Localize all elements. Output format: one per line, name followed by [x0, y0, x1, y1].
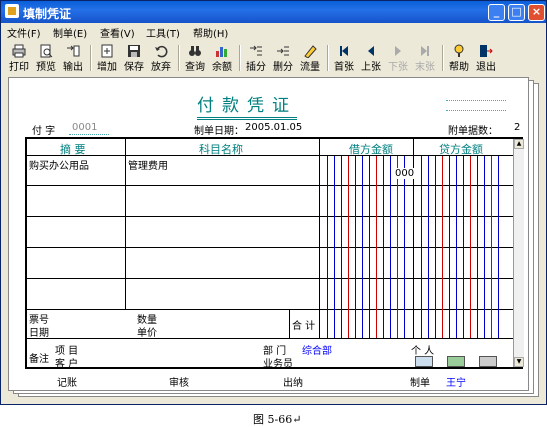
- debit-amount-grid: [327, 156, 413, 338]
- first-icon: [337, 44, 351, 58]
- total-label: 合 计: [292, 321, 316, 332]
- bill-date-label: 日期: [29, 328, 49, 339]
- balance-chart-icon: [215, 44, 229, 58]
- toolbar: 打印 预览 输出 增加 保存 放弃 查询 余额 插分 删分 流量 首张 上张 下…: [1, 41, 546, 75]
- dotted-line: [446, 110, 506, 111]
- save-icon: [127, 44, 141, 58]
- balance-label: 余额: [212, 62, 232, 73]
- cashflow-icon: [303, 44, 317, 59]
- insert-row-icon: [249, 44, 263, 58]
- app-icon: [5, 4, 19, 18]
- bookkeeper-label: 记账: [57, 378, 77, 389]
- last-icon: [418, 44, 432, 58]
- help-icon: [452, 44, 466, 58]
- exit-label: 退出: [476, 62, 496, 73]
- minimize-button[interactable]: _: [488, 4, 505, 21]
- printer-icon: [12, 44, 26, 58]
- undo-icon: [154, 44, 168, 58]
- scroll-up-icon[interactable]: ▲: [514, 139, 524, 149]
- vertical-scrollbar[interactable]: ▲ ▼: [513, 139, 524, 367]
- maker-value: 王宁: [446, 378, 466, 389]
- cashier-label: 出纳: [283, 378, 303, 389]
- row-1-account[interactable]: 管理费用: [128, 157, 168, 172]
- reviewer-label: 审核: [169, 378, 189, 389]
- voucher-window: 填制凭证 _ □ × 文件(F) 制单(E) 查看(V) 工具(T) 帮助(H)…: [0, 0, 547, 405]
- window-title: 填制凭证: [23, 7, 72, 21]
- last-button[interactable]: 末张: [413, 43, 437, 73]
- exit-button[interactable]: 退出: [474, 43, 498, 73]
- customer-label: 客 户: [55, 359, 79, 370]
- export-button[interactable]: 输出: [61, 43, 85, 73]
- export-icon: [66, 44, 80, 58]
- cashflow-button[interactable]: 流量: [298, 43, 322, 73]
- dotted-line: [69, 134, 109, 135]
- unit-price-label: 单价: [137, 328, 157, 339]
- remarks-label: 备注: [29, 354, 49, 365]
- menu-bar: 文件(F) 制单(E) 查看(V) 工具(T) 帮助(H): [1, 23, 546, 40]
- signature-row: 记账 审核 出纳 制单 王宁: [9, 374, 528, 389]
- next-icon: [391, 44, 405, 58]
- menu-tools[interactable]: 工具(T): [146, 25, 180, 40]
- menu-view[interactable]: 查看(V): [100, 25, 135, 40]
- exit-icon: [479, 44, 493, 58]
- contact-card-icon[interactable]: [447, 356, 465, 367]
- salesman-label: 业务员: [263, 359, 293, 370]
- voucher-sheet: 付款凭证 付 字 0001 制单日期： 2005.01.05 附单据数： 2 摘…: [8, 77, 529, 391]
- discard-button[interactable]: 放弃: [149, 43, 173, 73]
- voucher-area: 付款凭证 付 字 0001 制单日期： 2005.01.05 附单据数： 2 摘…: [8, 77, 539, 397]
- export-label: 输出: [63, 62, 83, 73]
- notes-card-icon[interactable]: [479, 356, 497, 367]
- preview-icon: [39, 44, 53, 58]
- prev-icon: [364, 44, 378, 58]
- last-label: 末张: [415, 62, 435, 73]
- department-value[interactable]: 综合部: [302, 342, 332, 357]
- discard-label: 放弃: [151, 62, 171, 73]
- menu-voucher[interactable]: 制单(E): [53, 25, 87, 40]
- title-bar[interactable]: 填制凭证 _ □ ×: [1, 1, 546, 23]
- maker-label: 制单: [410, 378, 430, 389]
- row-1-summary[interactable]: 购买办公用品: [29, 157, 89, 172]
- menu-file[interactable]: 文件(F): [7, 25, 41, 40]
- cashflow-label: 流量: [300, 62, 320, 73]
- card-icon[interactable]: [415, 356, 433, 367]
- binoculars-icon: [188, 44, 202, 58]
- figure-caption: 图 5-66↵: [253, 413, 302, 426]
- add-icon: [100, 44, 114, 58]
- credit-amount-grid: [421, 156, 513, 338]
- attachments-value[interactable]: 2: [514, 122, 520, 133]
- voucher-title: 付款凭证: [197, 91, 297, 120]
- person-label: 个 人: [411, 346, 435, 357]
- dotted-line: [446, 100, 506, 101]
- row-1-debit[interactable]: 000: [395, 168, 415, 179]
- maximize-button[interactable]: □: [508, 4, 525, 21]
- date-value[interactable]: 2005.01.05: [245, 122, 302, 133]
- voucher-table: 摘 要 科目名称 借方金额 贷方金额 购买办公用品 管理费用 000 票号 日期…: [25, 137, 523, 370]
- voucher-number[interactable]: 0001: [72, 122, 97, 133]
- menu-help[interactable]: 帮助(H): [193, 25, 228, 40]
- balance-button[interactable]: 余额: [210, 43, 234, 73]
- attachments-label: 附单据数：: [448, 126, 498, 137]
- date-label: 制单日期：: [194, 126, 244, 137]
- voucher-type-label: 付 字: [32, 126, 56, 137]
- scroll-down-icon[interactable]: ▼: [514, 357, 524, 367]
- delete-row-icon: [276, 44, 290, 58]
- close-button[interactable]: ×: [528, 4, 545, 21]
